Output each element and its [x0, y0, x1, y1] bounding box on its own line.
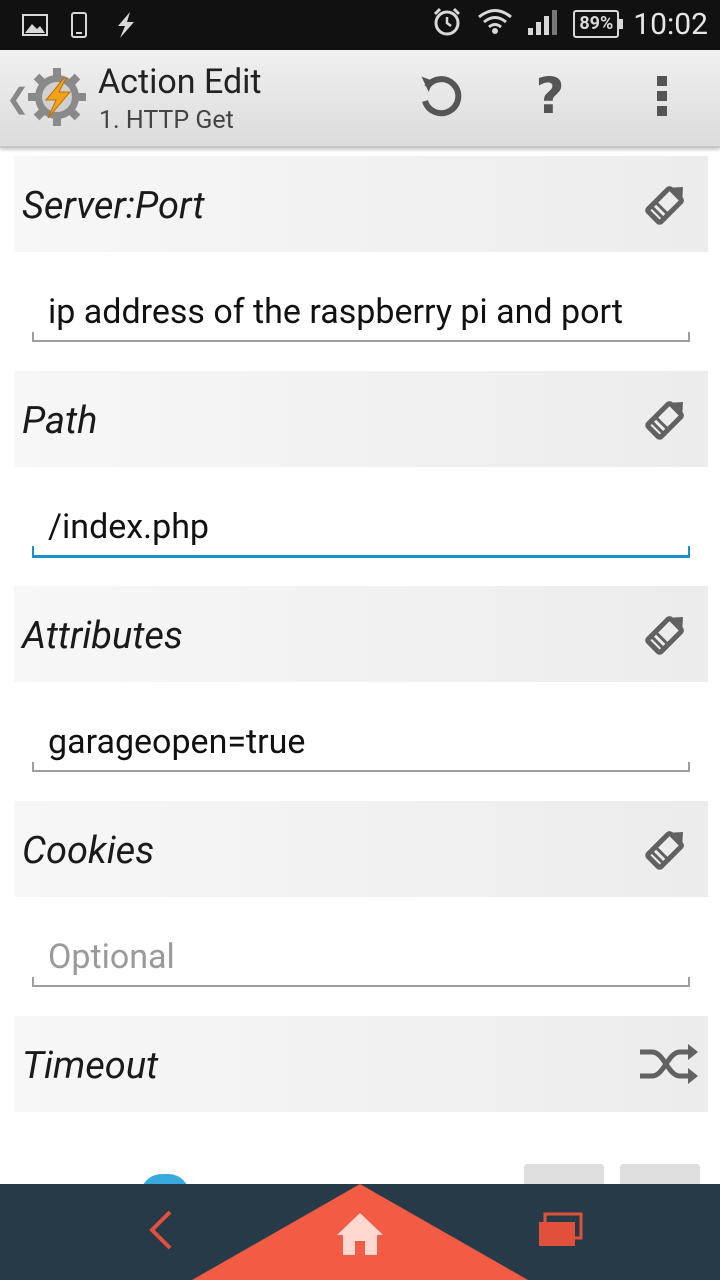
page-title: Action Edit	[98, 62, 262, 102]
home-button[interactable]	[330, 1206, 390, 1266]
recent-apps-icon	[535, 1210, 585, 1254]
pencil-icon[interactable]	[638, 391, 694, 447]
bottom-button[interactable]	[524, 1164, 604, 1186]
action-edit-form: Server:Port ip address of the raspberry …	[0, 148, 720, 1184]
server-port-label: Server:Port	[22, 184, 205, 228]
cookies-header: Cookies	[14, 801, 708, 897]
timeout-label: Timeout	[22, 1044, 159, 1088]
pencil-icon[interactable]	[638, 606, 694, 662]
shuffle-icon[interactable]	[638, 1036, 698, 1092]
battery-indicator: 89%	[573, 10, 624, 38]
overflow-menu-button[interactable]	[632, 68, 692, 128]
tasker-app-icon[interactable]	[26, 66, 88, 128]
server-port-value: ip address of the raspberry pi and port	[48, 292, 623, 332]
recent-apps-button[interactable]	[530, 1202, 590, 1262]
pencil-icon[interactable]	[638, 176, 694, 232]
pencil-icon[interactable]	[638, 821, 694, 877]
path-value: /index.php	[48, 507, 210, 547]
help-button[interactable]: ?	[520, 67, 580, 128]
back-icon	[142, 1208, 178, 1256]
clock: 10:02	[633, 6, 708, 42]
alarm-icon	[431, 6, 463, 42]
phone-notification-icon	[70, 11, 88, 43]
help-icon: ?	[530, 67, 570, 125]
cookies-label: Cookies	[22, 829, 155, 873]
back-button[interactable]	[130, 1202, 190, 1262]
timeout-header: Timeout	[14, 1016, 708, 1112]
reset-button[interactable]	[410, 68, 470, 128]
path-header: Path	[14, 371, 708, 467]
server-port-input[interactable]: ip address of the raspberry pi and port	[32, 284, 690, 342]
svg-text:?: ?	[535, 71, 564, 121]
path-input[interactable]: /index.php	[32, 499, 690, 558]
server-port-header: Server:Port	[14, 156, 708, 252]
action-bar: ❮ Action Edit 1. HTTP Get ?	[0, 50, 720, 148]
navigation-bar	[0, 1184, 720, 1280]
cookies-placeholder: Optional	[48, 937, 175, 977]
path-label: Path	[22, 399, 98, 443]
attributes-label: Attributes	[22, 614, 183, 658]
attributes-header: Attributes	[14, 586, 708, 682]
overflow-menu-icon	[654, 74, 670, 122]
bottom-button[interactable]	[620, 1164, 700, 1186]
undo-icon	[415, 71, 465, 125]
wifi-icon	[477, 7, 513, 41]
attributes-value: garageopen=true	[48, 722, 306, 762]
cookies-input[interactable]: Optional	[32, 929, 690, 987]
page-subtitle: 1. HTTP Get	[99, 106, 234, 135]
tasker-lightning-notification-icon	[110, 10, 140, 44]
attributes-input[interactable]: garageopen=true	[32, 714, 690, 772]
gallery-notification-icon	[22, 13, 48, 41]
signal-icon	[527, 8, 559, 40]
status-bar: 89% 10:02	[0, 0, 720, 50]
home-icon	[335, 1211, 385, 1261]
